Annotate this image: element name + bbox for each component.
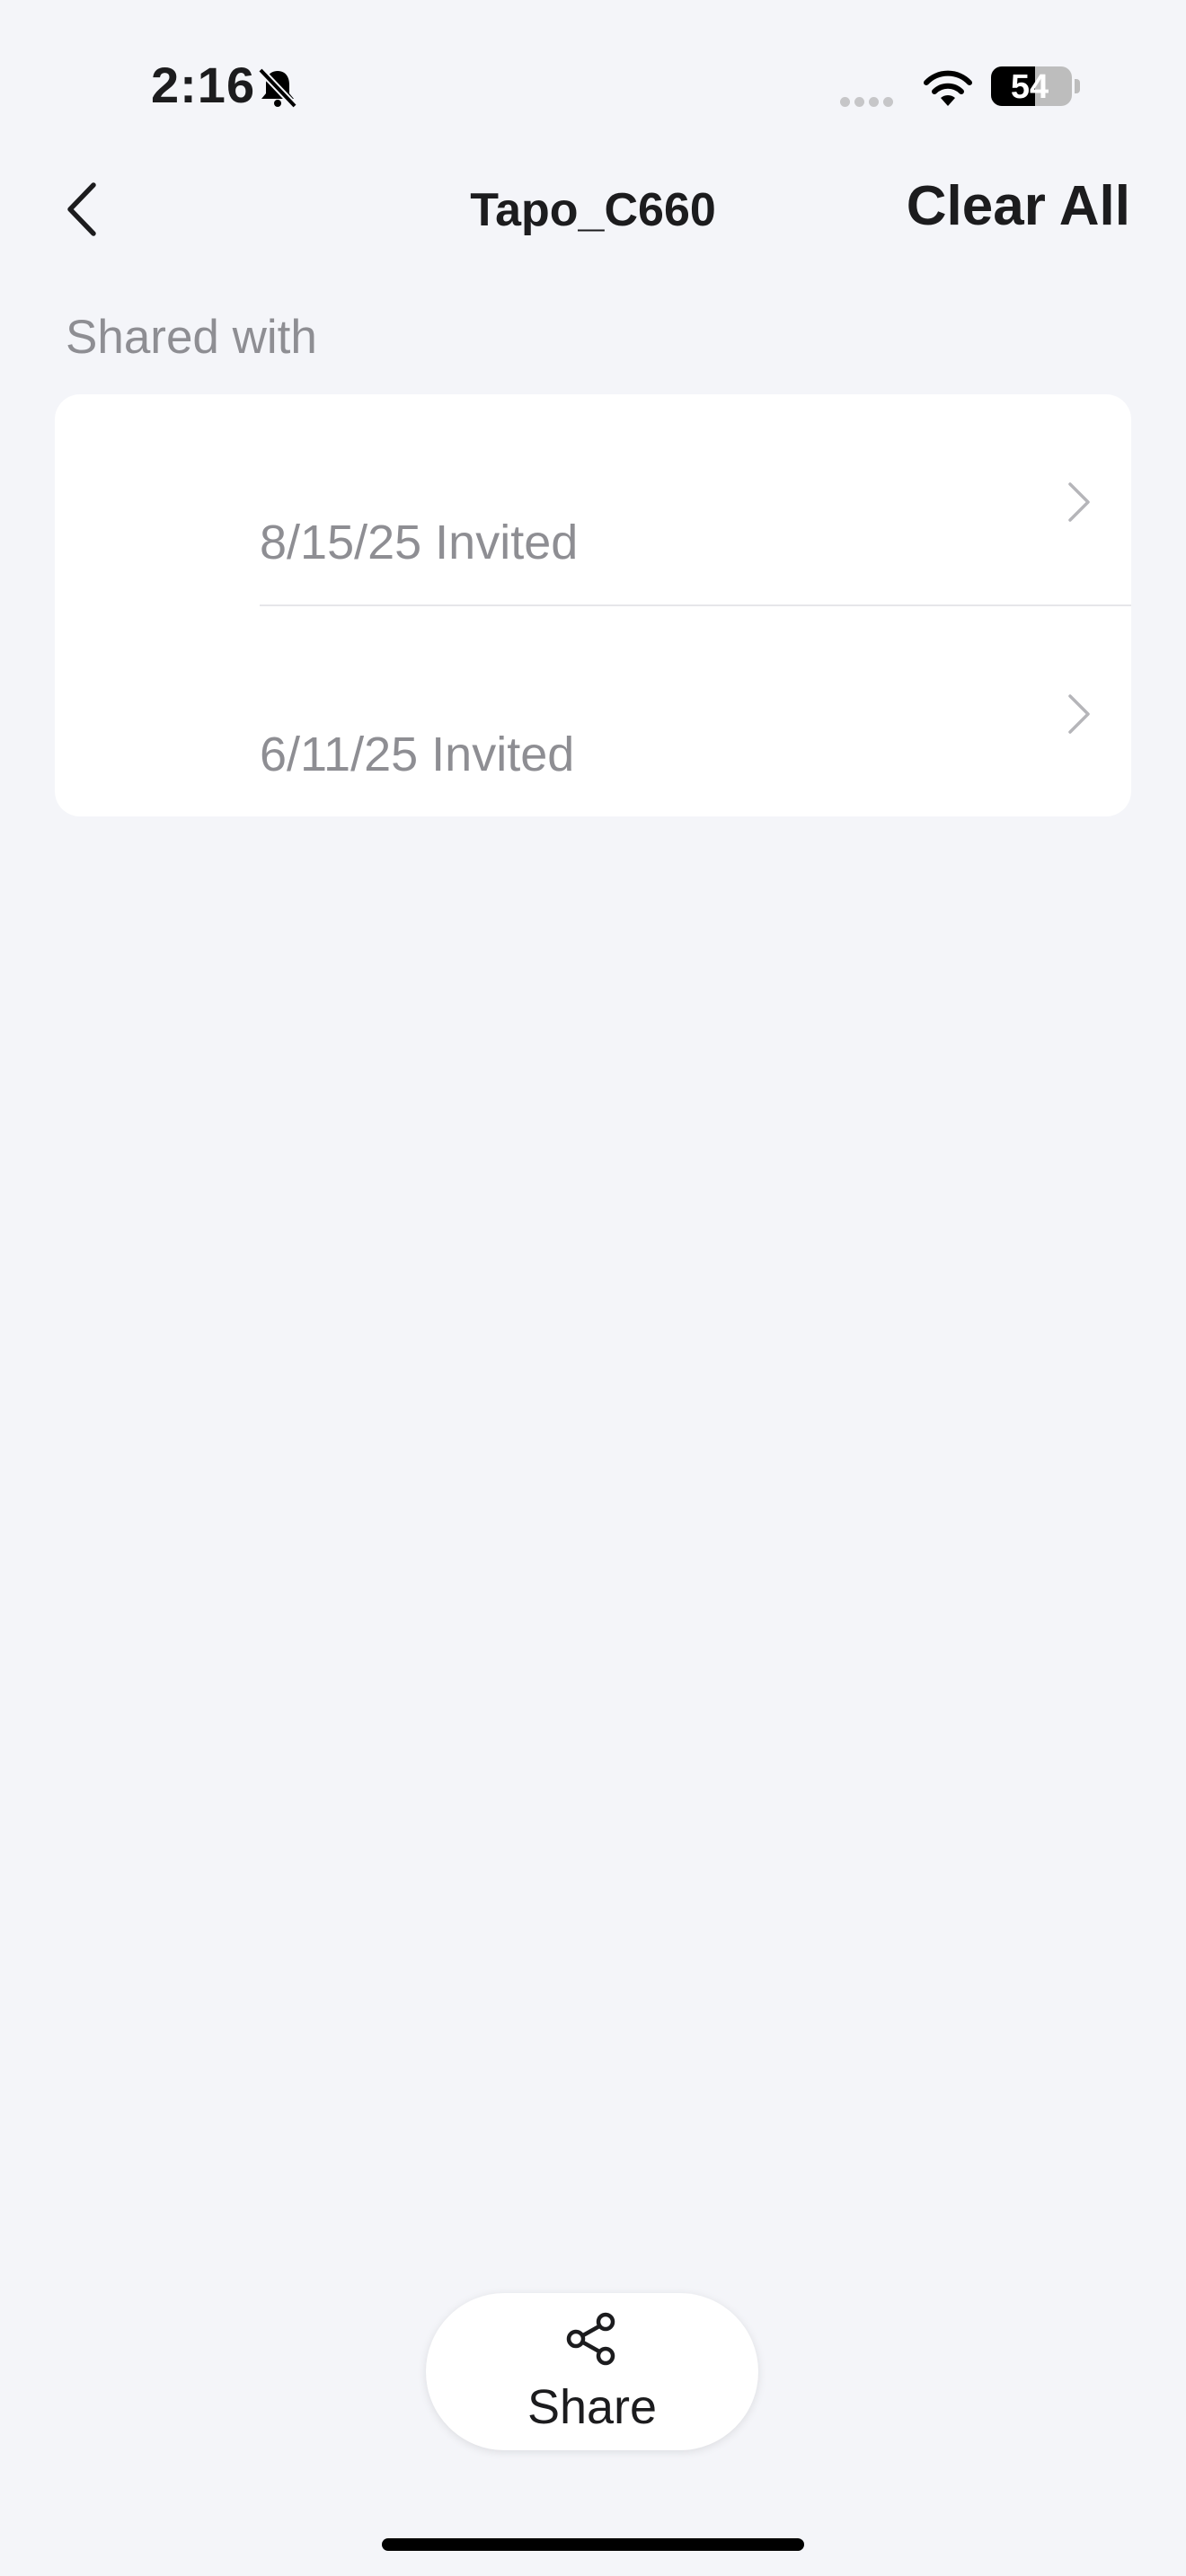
home-indicator [382,2538,804,2551]
battery-cap [1075,79,1080,93]
chevron-right-icon [1068,482,1090,522]
share-button-label: Share [527,2380,658,2434]
status-bar: 2:16 54 [0,0,1186,135]
share-invite-date: 8/15/25 Invited [260,516,579,569]
shared-with-list: 8/15/25 Invited 6/11/25 Invited [55,394,1131,816]
list-item[interactable]: 6/11/25 Invited [55,606,1131,816]
clear-all-button[interactable]: Clear All [907,174,1130,238]
wifi-icon [924,70,972,106]
share-icon [566,2312,615,2366]
share-button[interactable]: Share [426,2293,758,2450]
list-item[interactable]: 8/15/25 Invited [55,394,1131,606]
signal-icon [840,95,898,111]
page-title: Tapo_C660 [470,184,716,236]
bell-slash-icon [258,67,297,109]
status-time: 2:16 [151,57,256,113]
chevron-right-icon [1068,694,1090,734]
nav-bar: Tapo_C660 Clear All [0,162,1186,260]
share-invite-date: 6/11/25 Invited [260,728,575,781]
back-button[interactable] [52,178,115,241]
battery-level-text: 54 [1010,68,1049,106]
section-label-shared-with: Shared with [66,311,317,364]
battery-icon: 54 [991,66,1072,106]
